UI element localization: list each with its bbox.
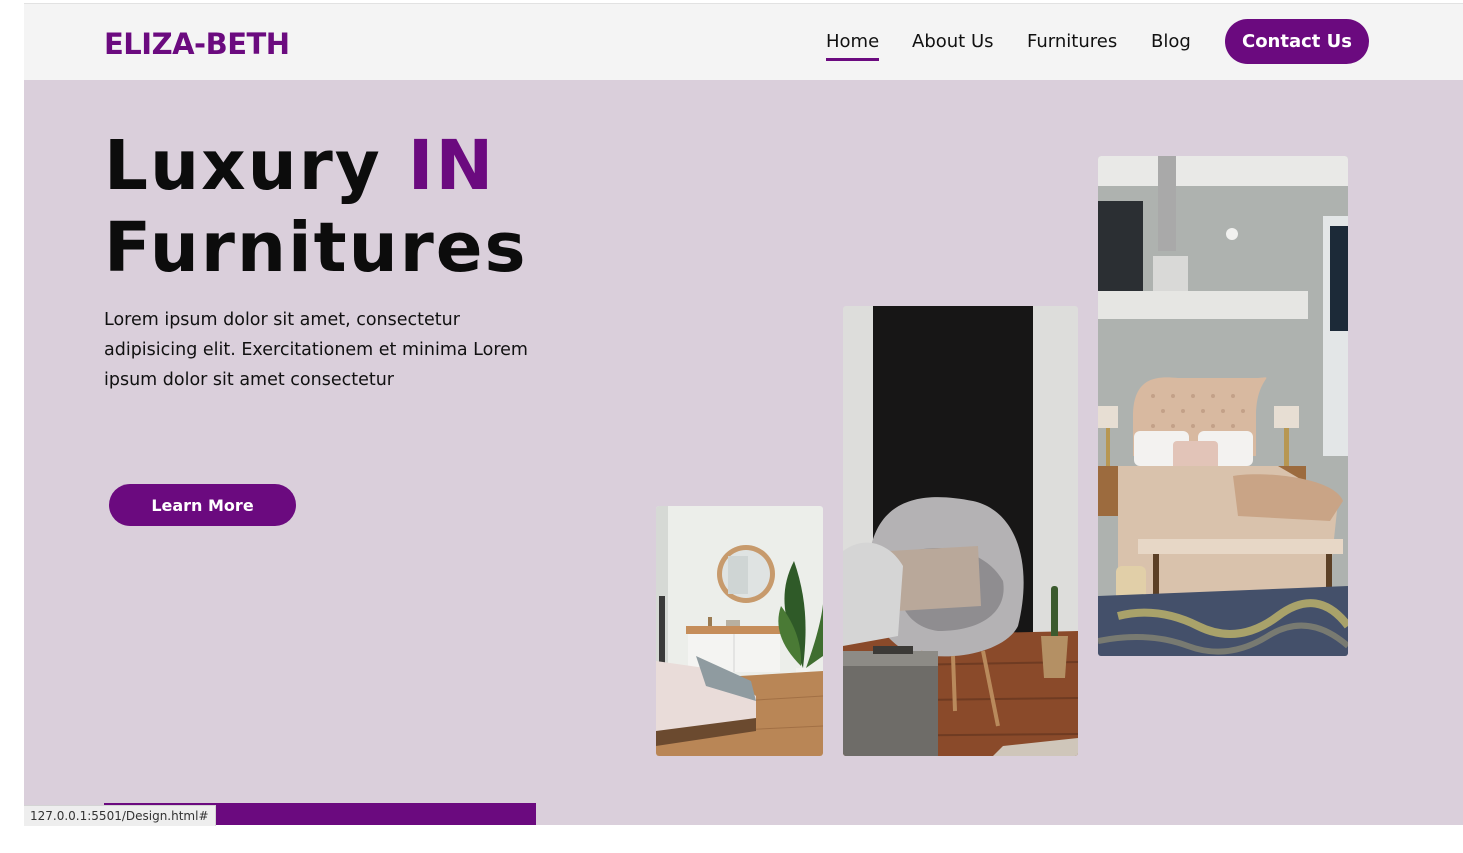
nav-furnitures[interactable]: Furnitures	[1027, 30, 1117, 60]
hero-description: Lorem ipsum dolor sit amet, consectetur …	[104, 310, 528, 390]
hero-title-furnitures: Furnitures	[104, 208, 528, 288]
site-header: ELIZA-BETH Home About Us Furnitures Blog…	[24, 3, 1463, 80]
nav-about-us[interactable]: About Us	[912, 30, 994, 60]
page: ELIZA-BETH Home About Us Furnitures Blog…	[24, 3, 1463, 825]
learn-more-button[interactable]: Learn More	[109, 484, 296, 526]
hero-title-accent: IN	[407, 126, 496, 206]
contact-us-button[interactable]: Contact Us	[1225, 19, 1369, 64]
browser-status-url: 127.0.0.1:5501/Design.html#	[24, 805, 216, 826]
gallery-image-bedroom-mirror	[656, 506, 823, 756]
nav-blog[interactable]: Blog	[1151, 30, 1191, 60]
gallery-image-tufted-bed	[1098, 156, 1348, 656]
nav-home[interactable]: Home	[826, 30, 880, 61]
site-logo[interactable]: ELIZA-BETH	[104, 26, 290, 62]
hero-title: Luxury IN Furnitures	[104, 125, 528, 289]
hero-title-luxury: Luxury	[104, 126, 382, 206]
gallery-image-lounge-chair	[843, 306, 1078, 756]
